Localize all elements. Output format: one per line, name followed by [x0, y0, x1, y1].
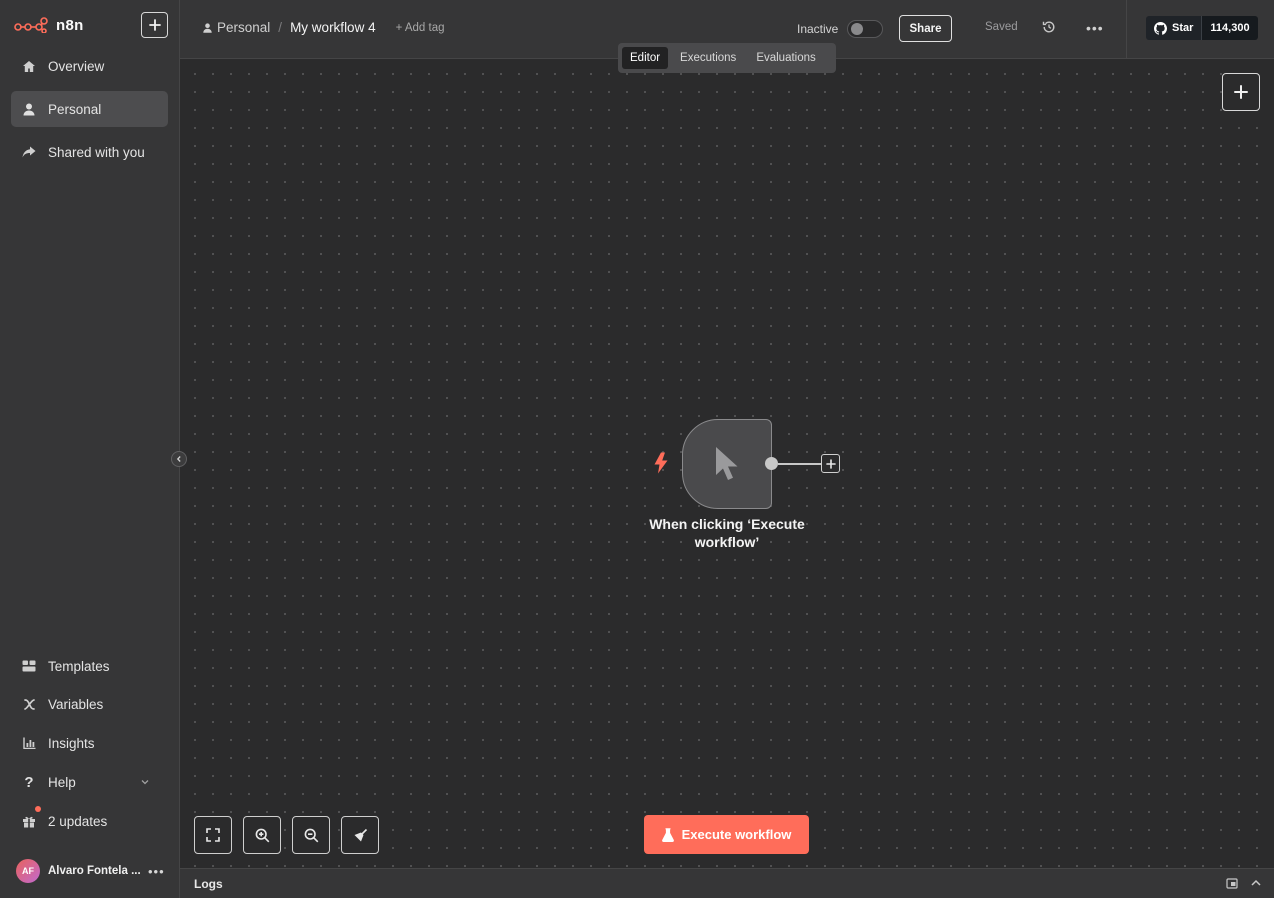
tab-evaluations[interactable]: Evaluations [748, 47, 823, 69]
tidy-up-button[interactable] [341, 816, 379, 854]
popout-icon[interactable] [1226, 877, 1238, 889]
sidebar-item-label: Personal [48, 101, 102, 117]
switch-knob [851, 23, 864, 35]
node-output-handle[interactable] [765, 457, 778, 470]
user-icon [203, 22, 212, 33]
zoom-out-icon [304, 828, 318, 842]
create-new-button[interactable] [141, 12, 168, 38]
github-star-count: 114,300 [1202, 16, 1258, 40]
sidebar-item-label: Shared with you [48, 144, 145, 160]
active-label: Inactive [797, 22, 839, 36]
add-tag-button[interactable]: + Add tag [396, 22, 445, 34]
user-name: Alvaro Fontela ... [48, 865, 140, 877]
execute-workflow-button[interactable]: Execute workflow [644, 815, 809, 854]
chevron-down-icon [141, 780, 149, 785]
n8n-logo-icon [14, 17, 48, 33]
home-icon [22, 59, 36, 73]
fit-view-icon [206, 828, 220, 842]
node-connection-line [778, 463, 822, 465]
plus-icon [148, 19, 161, 31]
sidebar-item-insights[interactable]: Insights [11, 725, 168, 761]
share-icon [22, 145, 36, 159]
more-options-icon[interactable]: ••• [1086, 20, 1104, 36]
sidebar-item-help[interactable]: ? Help [11, 764, 168, 800]
breadcrumb-project[interactable]: Personal [203, 20, 270, 35]
github-star-label-wrap: Star [1146, 16, 1203, 40]
canvas-controls [194, 816, 379, 854]
chevron-left-icon [176, 456, 181, 462]
user-menu[interactable]: AF Alvaro Fontela ... ••• [16, 858, 166, 884]
github-icon [1154, 21, 1167, 35]
saved-status: Saved [985, 21, 1018, 33]
update-badge [35, 806, 41, 812]
tab-editor[interactable]: Editor [622, 47, 669, 69]
history-icon[interactable] [1042, 20, 1056, 39]
sidebar-item-templates[interactable]: Templates [11, 648, 168, 684]
breadcrumb-separator: / [278, 20, 283, 35]
sidebar-item-label: Help [48, 774, 76, 790]
breadcrumb: Personal / My workflow 4 + Add tag [203, 20, 445, 35]
view-tabs: Editor Executions Evaluations [618, 43, 836, 73]
sidebar: n8n Overview Personal Shared with you Te… [0, 0, 180, 898]
sidebar-item-variables[interactable]: Variables [11, 686, 168, 722]
share-button[interactable]: Share [899, 15, 952, 42]
help-icon: ? [24, 773, 34, 791]
node-label: When clicking ‘Execute workflow’ [649, 516, 805, 550]
logs-title: Logs [194, 877, 223, 891]
sidebar-item-label: Variables [48, 696, 104, 712]
flask-icon [661, 827, 674, 842]
sidebar-item-label: Templates [48, 658, 110, 674]
chart-icon [22, 736, 36, 750]
tab-executions[interactable]: Executions [672, 47, 744, 69]
fit-view-button[interactable] [194, 816, 232, 854]
app-name: n8n [56, 16, 84, 34]
logo[interactable]: n8n [14, 13, 84, 37]
chevron-up-icon[interactable] [1250, 877, 1262, 889]
trigger-node[interactable] [682, 419, 772, 509]
sidebar-item-personal[interactable]: Personal [11, 91, 168, 127]
zoom-in-button[interactable] [243, 816, 281, 854]
variables-icon [22, 697, 36, 711]
header-divider [1126, 0, 1127, 59]
more-icon[interactable]: ••• [148, 864, 165, 879]
github-star-button[interactable]: Star 114,300 [1146, 16, 1258, 40]
logs-panel[interactable]: Logs [180, 868, 1274, 898]
templates-icon [22, 659, 36, 673]
open-nodes-panel-button[interactable] [1222, 73, 1260, 111]
logs-actions [1226, 877, 1262, 889]
cursor-icon [716, 447, 738, 480]
sidebar-collapse-button[interactable] [171, 451, 187, 467]
sidebar-item-label: Insights [48, 735, 95, 751]
sidebar-item-updates[interactable]: 2 updates [11, 803, 168, 839]
execute-workflow-label: Execute workflow [681, 827, 792, 842]
n8n-app: n8n Overview Personal Shared with you Te… [0, 0, 1274, 898]
zoom-out-button[interactable] [292, 816, 330, 854]
broom-icon [354, 828, 367, 841]
workflow-title[interactable]: My workflow 4 [290, 20, 376, 35]
gift-icon [22, 814, 36, 828]
sidebar-item-label: Overview [48, 58, 105, 74]
plus-icon [1234, 85, 1248, 99]
bolt-icon [654, 452, 668, 474]
active-toggle[interactable]: Inactive [797, 20, 884, 38]
sidebar-item-label: 2 updates [48, 813, 108, 829]
avatar: AF [16, 859, 40, 883]
add-next-node-button[interactable] [821, 454, 840, 473]
github-star-label: Star [1172, 22, 1194, 34]
zoom-in-icon [255, 828, 269, 842]
user-icon [22, 102, 36, 116]
breadcrumb-project-label: Personal [217, 20, 271, 35]
sidebar-item-overview[interactable]: Overview [11, 48, 168, 84]
sidebar-item-shared[interactable]: Shared with you [11, 134, 168, 170]
active-switch[interactable] [847, 20, 884, 38]
plus-icon [825, 458, 836, 469]
